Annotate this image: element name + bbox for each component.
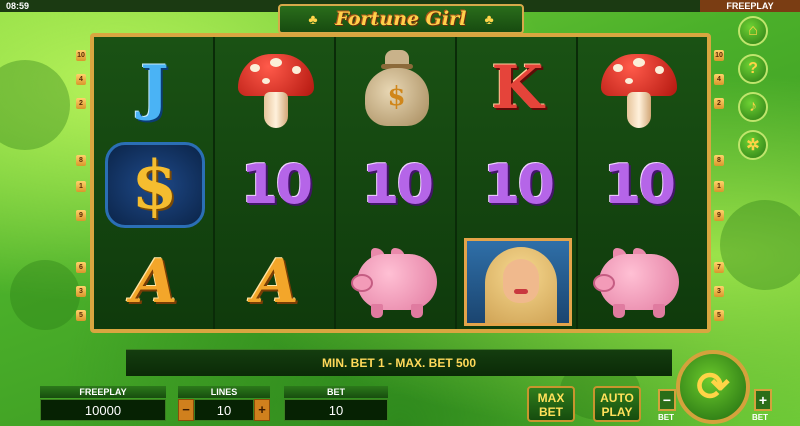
auto-play-label: AUTO [600,391,634,405]
clover-decoration [0,60,70,150]
payline-number[interactable]: 5 [76,310,86,321]
bet-limits-message: MIN. BET 1 - MAX. BET 500 [126,349,672,376]
max-bet-label: MAX [537,391,565,405]
payline-number[interactable]: 4 [714,74,724,85]
lines-value: 10 [194,399,254,421]
bet-label: BET [284,386,388,398]
payline-number[interactable]: 1 [76,181,86,192]
symbol-ten: 10 [482,153,555,216]
symbol-money-bag: $ [336,39,457,136]
payline-number[interactable]: 4 [76,74,86,85]
clover-decoration [720,200,800,290]
reel-1: J $ A [94,37,215,329]
symbol-mushroom [215,39,336,136]
mushroom-icon [599,48,679,128]
home-icon[interactable]: ⌂ [738,16,768,46]
payline-number[interactable]: 2 [714,98,724,109]
payline-number[interactable]: 10 [714,50,724,61]
symbol-dollar: $ [94,136,215,233]
reel-2: 10 A [215,37,336,329]
symbol-piggy-bank [578,233,699,330]
symbol-girl [457,233,578,330]
reel-5: 10 [578,37,707,329]
bet-decrease-button[interactable]: − [658,389,676,411]
symbol-k: K [491,52,544,123]
auto-play-label: PLAY [601,405,633,419]
lines-increase-button[interactable]: + [254,399,270,421]
logo-title: Fortune Girl [335,8,467,30]
payline-number[interactable]: 10 [76,50,86,61]
payline-number[interactable]: 5 [714,310,724,321]
mushroom-icon [236,48,316,128]
payline-number[interactable]: 8 [76,155,86,166]
lines-label: LINES [178,386,270,398]
symbol-a: A [252,246,299,317]
spin-button[interactable]: ⟳ [676,350,750,424]
symbol-piggy-bank [336,233,457,330]
bet-value: 10 [284,399,388,421]
lines-decrease-button[interactable]: − [178,399,194,421]
payline-number[interactable]: 7 [714,262,724,273]
settings-icon[interactable]: ✲ [738,130,768,160]
game-logo: ♣ Fortune Girl ♣ [278,4,524,34]
payline-number[interactable]: 9 [714,210,724,221]
symbol-ten: 10 [361,153,434,216]
auto-play-button[interactable]: AUTO PLAY [593,386,641,422]
clover-decoration [10,260,80,330]
bet-increase-button[interactable]: + [754,389,772,411]
payline-number[interactable]: 1 [714,181,724,192]
dollar-icon: $ [104,141,205,228]
reel-3: $ 10 [336,37,457,329]
spin-arrows-icon: ⟳ [696,365,730,409]
symbol-ten: 10 [603,153,676,216]
bet-increase-label: BET [752,413,768,422]
mode-badge: FREEPLAY [700,0,800,12]
help-icon[interactable]: ? [738,54,768,84]
payline-number[interactable]: 3 [76,286,86,297]
reels-frame: J $ A 10 A $ 10 K 10 10 [90,33,711,333]
money-bag-icon: $ [357,48,437,128]
symbol-ten: 10 [240,153,313,216]
freeplay-label: FREEPLAY [40,386,166,398]
freeplay-balance: 10000 [40,399,166,421]
payline-number[interactable]: 2 [76,98,86,109]
reel-4: K 10 [457,37,578,329]
symbol-a: A [131,246,178,317]
payline-number[interactable]: 9 [76,210,86,221]
clover-icon: ♣ [308,11,318,27]
girl-portrait-icon [463,237,572,326]
symbol-mushroom [578,39,699,136]
max-bet-label: BET [539,405,563,419]
piggy-bank-icon [592,244,685,320]
payline-number[interactable]: 8 [714,155,724,166]
max-bet-button[interactable]: MAX BET [527,386,575,422]
payline-number[interactable]: 6 [76,262,86,273]
symbol-j: J [140,52,169,123]
clock: 08:59 [6,1,30,11]
piggy-bank-icon [350,244,443,320]
bet-decrease-label: BET [658,413,674,422]
sound-icon[interactable]: ♪ [738,92,768,122]
payline-number[interactable]: 3 [714,286,724,297]
clover-icon: ♣ [484,11,494,27]
